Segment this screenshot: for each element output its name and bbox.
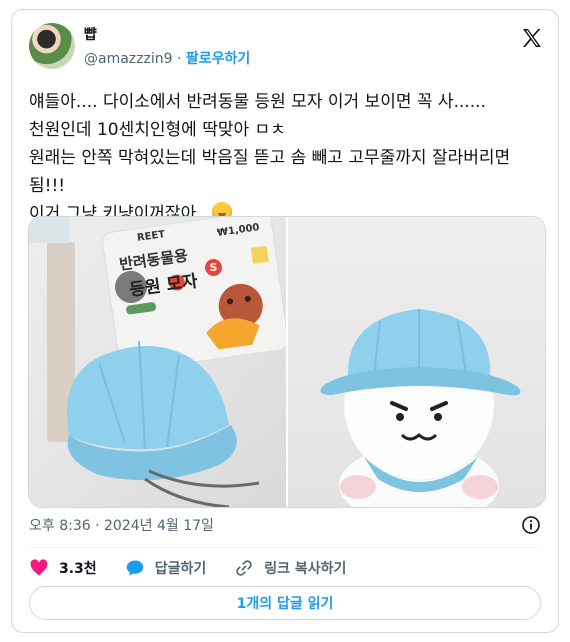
handle[interactable]: @amazzzin9 bbox=[84, 51, 173, 67]
like-button[interactable]: 3.3천 bbox=[29, 558, 97, 578]
tweet-timestamp[interactable]: 오후 8:36 · 2024년 4월 17일 bbox=[29, 515, 214, 535]
copy-link-button[interactable]: 링크 복사하기 bbox=[234, 558, 346, 578]
handle-row: @amazzzin9 · 팔로우하기 bbox=[84, 48, 250, 68]
package-size-badge: S bbox=[205, 259, 222, 276]
speech-bubble-icon bbox=[126, 560, 144, 576]
x-logo-icon[interactable] bbox=[520, 26, 544, 50]
info-icon[interactable] bbox=[521, 515, 541, 535]
tweet-card: 뺩 @amazzzin9 · 팔로우하기 얘들아.... 다이소에서 반려동물 … bbox=[11, 9, 559, 633]
photo-hat-package[interactable]: REET 반려동물용 등원 모자 S ₩1,000 bbox=[29, 217, 288, 507]
read-replies-button[interactable]: 1개의 답글 읽기 bbox=[29, 586, 541, 620]
divider bbox=[29, 547, 541, 548]
doll-illustration bbox=[320, 309, 521, 507]
tweet-text: 얘들아.... 다이소에서 반려동물 등원 모자 이거 보이면 꼭 사.....… bbox=[29, 88, 549, 228]
reply-button[interactable]: 답글하기 bbox=[125, 558, 207, 578]
clear-item bbox=[29, 217, 69, 243]
reply-label: 답글하기 bbox=[154, 561, 207, 577]
display-name[interactable]: 뺩 bbox=[84, 24, 97, 44]
link-icon bbox=[236, 560, 252, 576]
action-bar: 3.3천 답글하기 링크 복사하기 bbox=[29, 556, 374, 580]
heart-icon bbox=[30, 559, 48, 576]
follow-link[interactable]: 팔로우하기 bbox=[186, 51, 250, 67]
handle-separator: · bbox=[172, 51, 186, 67]
media-grid[interactable]: REET 반려동물용 등원 모자 S ₩1,000 bbox=[28, 216, 546, 508]
copy-link-label: 링크 복사하기 bbox=[264, 561, 347, 577]
avatar[interactable] bbox=[29, 23, 75, 69]
photo-doll-wearing-hat[interactable] bbox=[288, 217, 545, 507]
hat-crown bbox=[67, 346, 229, 450]
like-count: 3.3천 bbox=[59, 561, 97, 577]
tweet-body: 얘들아.... 다이소에서 반려동물 등원 모자 이거 보이면 꼭 사.....… bbox=[29, 92, 511, 224]
